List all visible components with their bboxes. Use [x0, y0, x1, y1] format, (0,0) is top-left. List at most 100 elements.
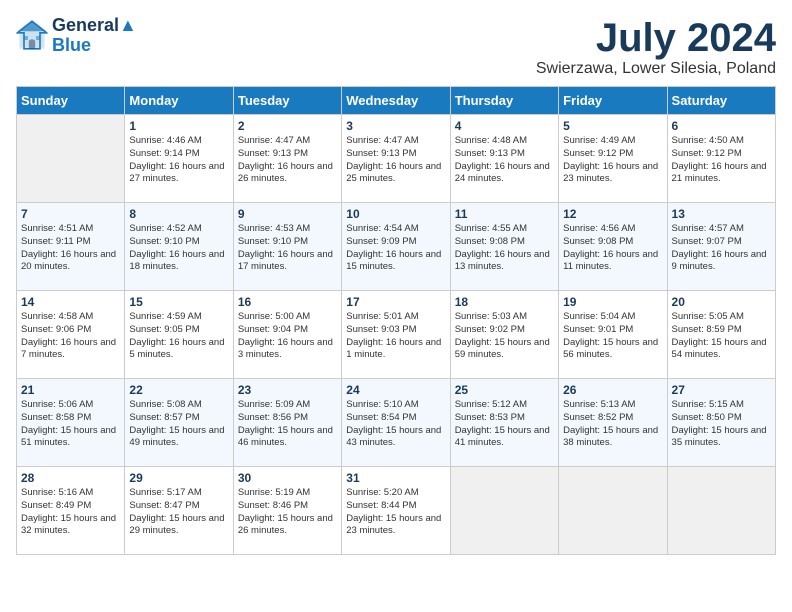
- calendar-cell: 24Sunrise: 5:10 AMSunset: 8:54 PMDayligh…: [342, 379, 450, 467]
- location-title: Swierzawa, Lower Silesia, Poland: [536, 60, 776, 78]
- cell-info: Sunrise: 5:12 AMSunset: 8:53 PMDaylight:…: [455, 399, 554, 450]
- day-number: 16: [238, 295, 337, 309]
- calendar-cell: 3 Sunrise: 4:47 AMSunset: 9:13 PMDaylight…: [342, 115, 450, 203]
- cell-info: Sunrise: 5:10 AMSunset: 8:54 PMDaylight:…: [346, 399, 445, 450]
- cell-info: Sunrise: 5:17 AMSunset: 8:47 PMDaylight:…: [129, 487, 228, 538]
- weekday-header: Monday: [125, 87, 233, 115]
- day-number: 30: [238, 471, 337, 485]
- cell-info: Sunrise: 5:06 AMSunset: 8:58 PMDaylight:…: [21, 399, 120, 450]
- day-number: 1: [129, 119, 228, 133]
- calendar-cell: [450, 467, 558, 555]
- calendar-cell: 27Sunrise: 5:15 AMSunset: 8:50 PMDayligh…: [667, 379, 775, 467]
- day-number: 12: [563, 207, 662, 221]
- calendar-cell: 12 Sunrise: 4:56 AMSunset: 9:08 PMDayligh…: [559, 203, 667, 291]
- day-number: 2: [238, 119, 337, 133]
- day-number: 11: [455, 207, 554, 221]
- calendar-cell: 1Sunrise: 4:46 AMSunset: 9:14 PMDaylight…: [125, 115, 233, 203]
- weekday-header: Thursday: [450, 87, 558, 115]
- day-number: 26: [563, 383, 662, 397]
- calendar-cell: 2 Sunrise: 4:47 AMSunset: 9:13 PMDaylight…: [233, 115, 341, 203]
- logo-text: General▲ Blue: [52, 16, 137, 56]
- calendar-cell: 16Sunrise: 5:00 AMSunset: 9:04 PMDayligh…: [233, 291, 341, 379]
- logo: General▲ Blue: [16, 16, 137, 56]
- header: General▲ Blue July 2024 Swierzawa, Lower…: [16, 16, 776, 78]
- cell-info: Sunrise: 4:54 AMSunset: 9:09 PMDaylight:…: [346, 223, 445, 274]
- cell-info: Sunrise: 4:57 AMSunset: 9:07 PMDaylight:…: [672, 223, 771, 274]
- calendar-cell: 30Sunrise: 5:19 AMSunset: 8:46 PMDayligh…: [233, 467, 341, 555]
- calendar-cell: 9 Sunrise: 4:53 AMSunset: 9:10 PMDaylight…: [233, 203, 341, 291]
- calendar-cell: 25Sunrise: 5:12 AMSunset: 8:53 PMDayligh…: [450, 379, 558, 467]
- calendar-cell: 14Sunrise: 4:58 AMSunset: 9:06 PMDayligh…: [17, 291, 125, 379]
- day-number: 27: [672, 383, 771, 397]
- calendar-cell: 5 Sunrise: 4:49 AMSunset: 9:12 PMDaylight…: [559, 115, 667, 203]
- calendar-cell: [667, 467, 775, 555]
- day-number: 8: [129, 207, 228, 221]
- cell-info: Sunrise: 5:20 AMSunset: 8:44 PMDaylight:…: [346, 487, 445, 538]
- day-number: 17: [346, 295, 445, 309]
- calendar-cell: 4 Sunrise: 4:48 AMSunset: 9:13 PMDaylight…: [450, 115, 558, 203]
- cell-info: Sunrise: 5:09 AMSunset: 8:56 PMDaylight:…: [238, 399, 337, 450]
- cell-info: Sunrise: 4:52 AMSunset: 9:10 PMDaylight:…: [129, 223, 228, 274]
- cell-info: Sunrise: 4:59 AMSunset: 9:05 PMDaylight:…: [129, 311, 228, 362]
- cell-info: Sunrise: 5:03 AMSunset: 9:02 PMDaylight:…: [455, 311, 554, 362]
- day-number: 18: [455, 295, 554, 309]
- cell-info: Sunrise: 4:55 AMSunset: 9:08 PMDaylight:…: [455, 223, 554, 274]
- calendar-cell: 23 Sunrise: 5:09 AMSunset: 8:56 PMDayligh…: [233, 379, 341, 467]
- day-number: 5: [563, 119, 662, 133]
- calendar-cell: 8 Sunrise: 4:52 AMSunset: 9:10 PMDaylight…: [125, 203, 233, 291]
- weekday-header-row: SundayMondayTuesdayWednesdayThursdayFrid…: [17, 87, 776, 115]
- cell-info: Sunrise: 4:47 AMSunset: 9:13 PMDaylight:…: [238, 135, 337, 186]
- cell-info: Sunrise: 4:48 AMSunset: 9:13 PMDaylight:…: [455, 135, 554, 186]
- day-number: 31: [346, 471, 445, 485]
- calendar-cell: 31 Sunrise: 5:20 AMSunset: 8:44 PMDayligh…: [342, 467, 450, 555]
- calendar-cell: 28 Sunrise: 5:16 AMSunset: 8:49 PMDayligh…: [17, 467, 125, 555]
- day-number: 15: [129, 295, 228, 309]
- cell-info: Sunrise: 4:49 AMSunset: 9:12 PMDaylight:…: [563, 135, 662, 186]
- calendar-cell: 10Sunrise: 4:54 AMSunset: 9:09 PMDayligh…: [342, 203, 450, 291]
- day-number: 13: [672, 207, 771, 221]
- weekday-header: Tuesday: [233, 87, 341, 115]
- weekday-header: Wednesday: [342, 87, 450, 115]
- logo-icon: [16, 20, 48, 52]
- calendar-week-row: 1Sunrise: 4:46 AMSunset: 9:14 PMDaylight…: [17, 115, 776, 203]
- calendar-cell: 20 Sunrise: 5:05 AMSunset: 8:59 PMDayligh…: [667, 291, 775, 379]
- calendar-cell: 22 Sunrise: 5:08 AMSunset: 8:57 PMDayligh…: [125, 379, 233, 467]
- calendar-cell: 19 Sunrise: 5:04 AMSunset: 9:01 PMDayligh…: [559, 291, 667, 379]
- cell-info: Sunrise: 4:47 AMSunset: 9:13 PMDaylight:…: [346, 135, 445, 186]
- cell-info: Sunrise: 4:58 AMSunset: 9:06 PMDaylight:…: [21, 311, 120, 362]
- cell-info: Sunrise: 5:04 AMSunset: 9:01 PMDaylight:…: [563, 311, 662, 362]
- day-number: 21: [21, 383, 120, 397]
- cell-info: Sunrise: 5:13 AMSunset: 8:52 PMDaylight:…: [563, 399, 662, 450]
- calendar-cell: [17, 115, 125, 203]
- cell-info: Sunrise: 4:53 AMSunset: 9:10 PMDaylight:…: [238, 223, 337, 274]
- calendar-cell: 17Sunrise: 5:01 AMSunset: 9:03 PMDayligh…: [342, 291, 450, 379]
- calendar-cell: 6Sunrise: 4:50 AMSunset: 9:12 PMDaylight…: [667, 115, 775, 203]
- day-number: 29: [129, 471, 228, 485]
- cell-info: Sunrise: 4:50 AMSunset: 9:12 PMDaylight:…: [672, 135, 771, 186]
- weekday-header: Sunday: [17, 87, 125, 115]
- day-number: 4: [455, 119, 554, 133]
- weekday-header: Friday: [559, 87, 667, 115]
- cell-info: Sunrise: 5:16 AMSunset: 8:49 PMDaylight:…: [21, 487, 120, 538]
- cell-info: Sunrise: 4:51 AMSunset: 9:11 PMDaylight:…: [21, 223, 120, 274]
- calendar-week-row: 14Sunrise: 4:58 AMSunset: 9:06 PMDayligh…: [17, 291, 776, 379]
- day-number: 28: [21, 471, 120, 485]
- month-title: July 2024: [536, 16, 776, 60]
- calendar-cell: [559, 467, 667, 555]
- day-number: 23: [238, 383, 337, 397]
- calendar-week-row: 21 Sunrise: 5:06 AMSunset: 8:58 PMDayligh…: [17, 379, 776, 467]
- calendar-week-row: 28 Sunrise: 5:16 AMSunset: 8:49 PMDayligh…: [17, 467, 776, 555]
- day-number: 20: [672, 295, 771, 309]
- calendar-cell: 18 Sunrise: 5:03 AMSunset: 9:02 PMDayligh…: [450, 291, 558, 379]
- calendar-cell: 29 Sunrise: 5:17 AMSunset: 8:47 PMDayligh…: [125, 467, 233, 555]
- cell-info: Sunrise: 5:08 AMSunset: 8:57 PMDaylight:…: [129, 399, 228, 450]
- calendar-week-row: 7Sunrise: 4:51 AMSunset: 9:11 PMDaylight…: [17, 203, 776, 291]
- day-number: 19: [563, 295, 662, 309]
- cell-info: Sunrise: 5:05 AMSunset: 8:59 PMDaylight:…: [672, 311, 771, 362]
- calendar-cell: 13 Sunrise: 4:57 AMSunset: 9:07 PMDayligh…: [667, 203, 775, 291]
- day-number: 3: [346, 119, 445, 133]
- day-number: 9: [238, 207, 337, 221]
- day-number: 22: [129, 383, 228, 397]
- title-area: July 2024 Swierzawa, Lower Silesia, Pola…: [536, 16, 776, 78]
- cell-info: Sunrise: 4:56 AMSunset: 9:08 PMDaylight:…: [563, 223, 662, 274]
